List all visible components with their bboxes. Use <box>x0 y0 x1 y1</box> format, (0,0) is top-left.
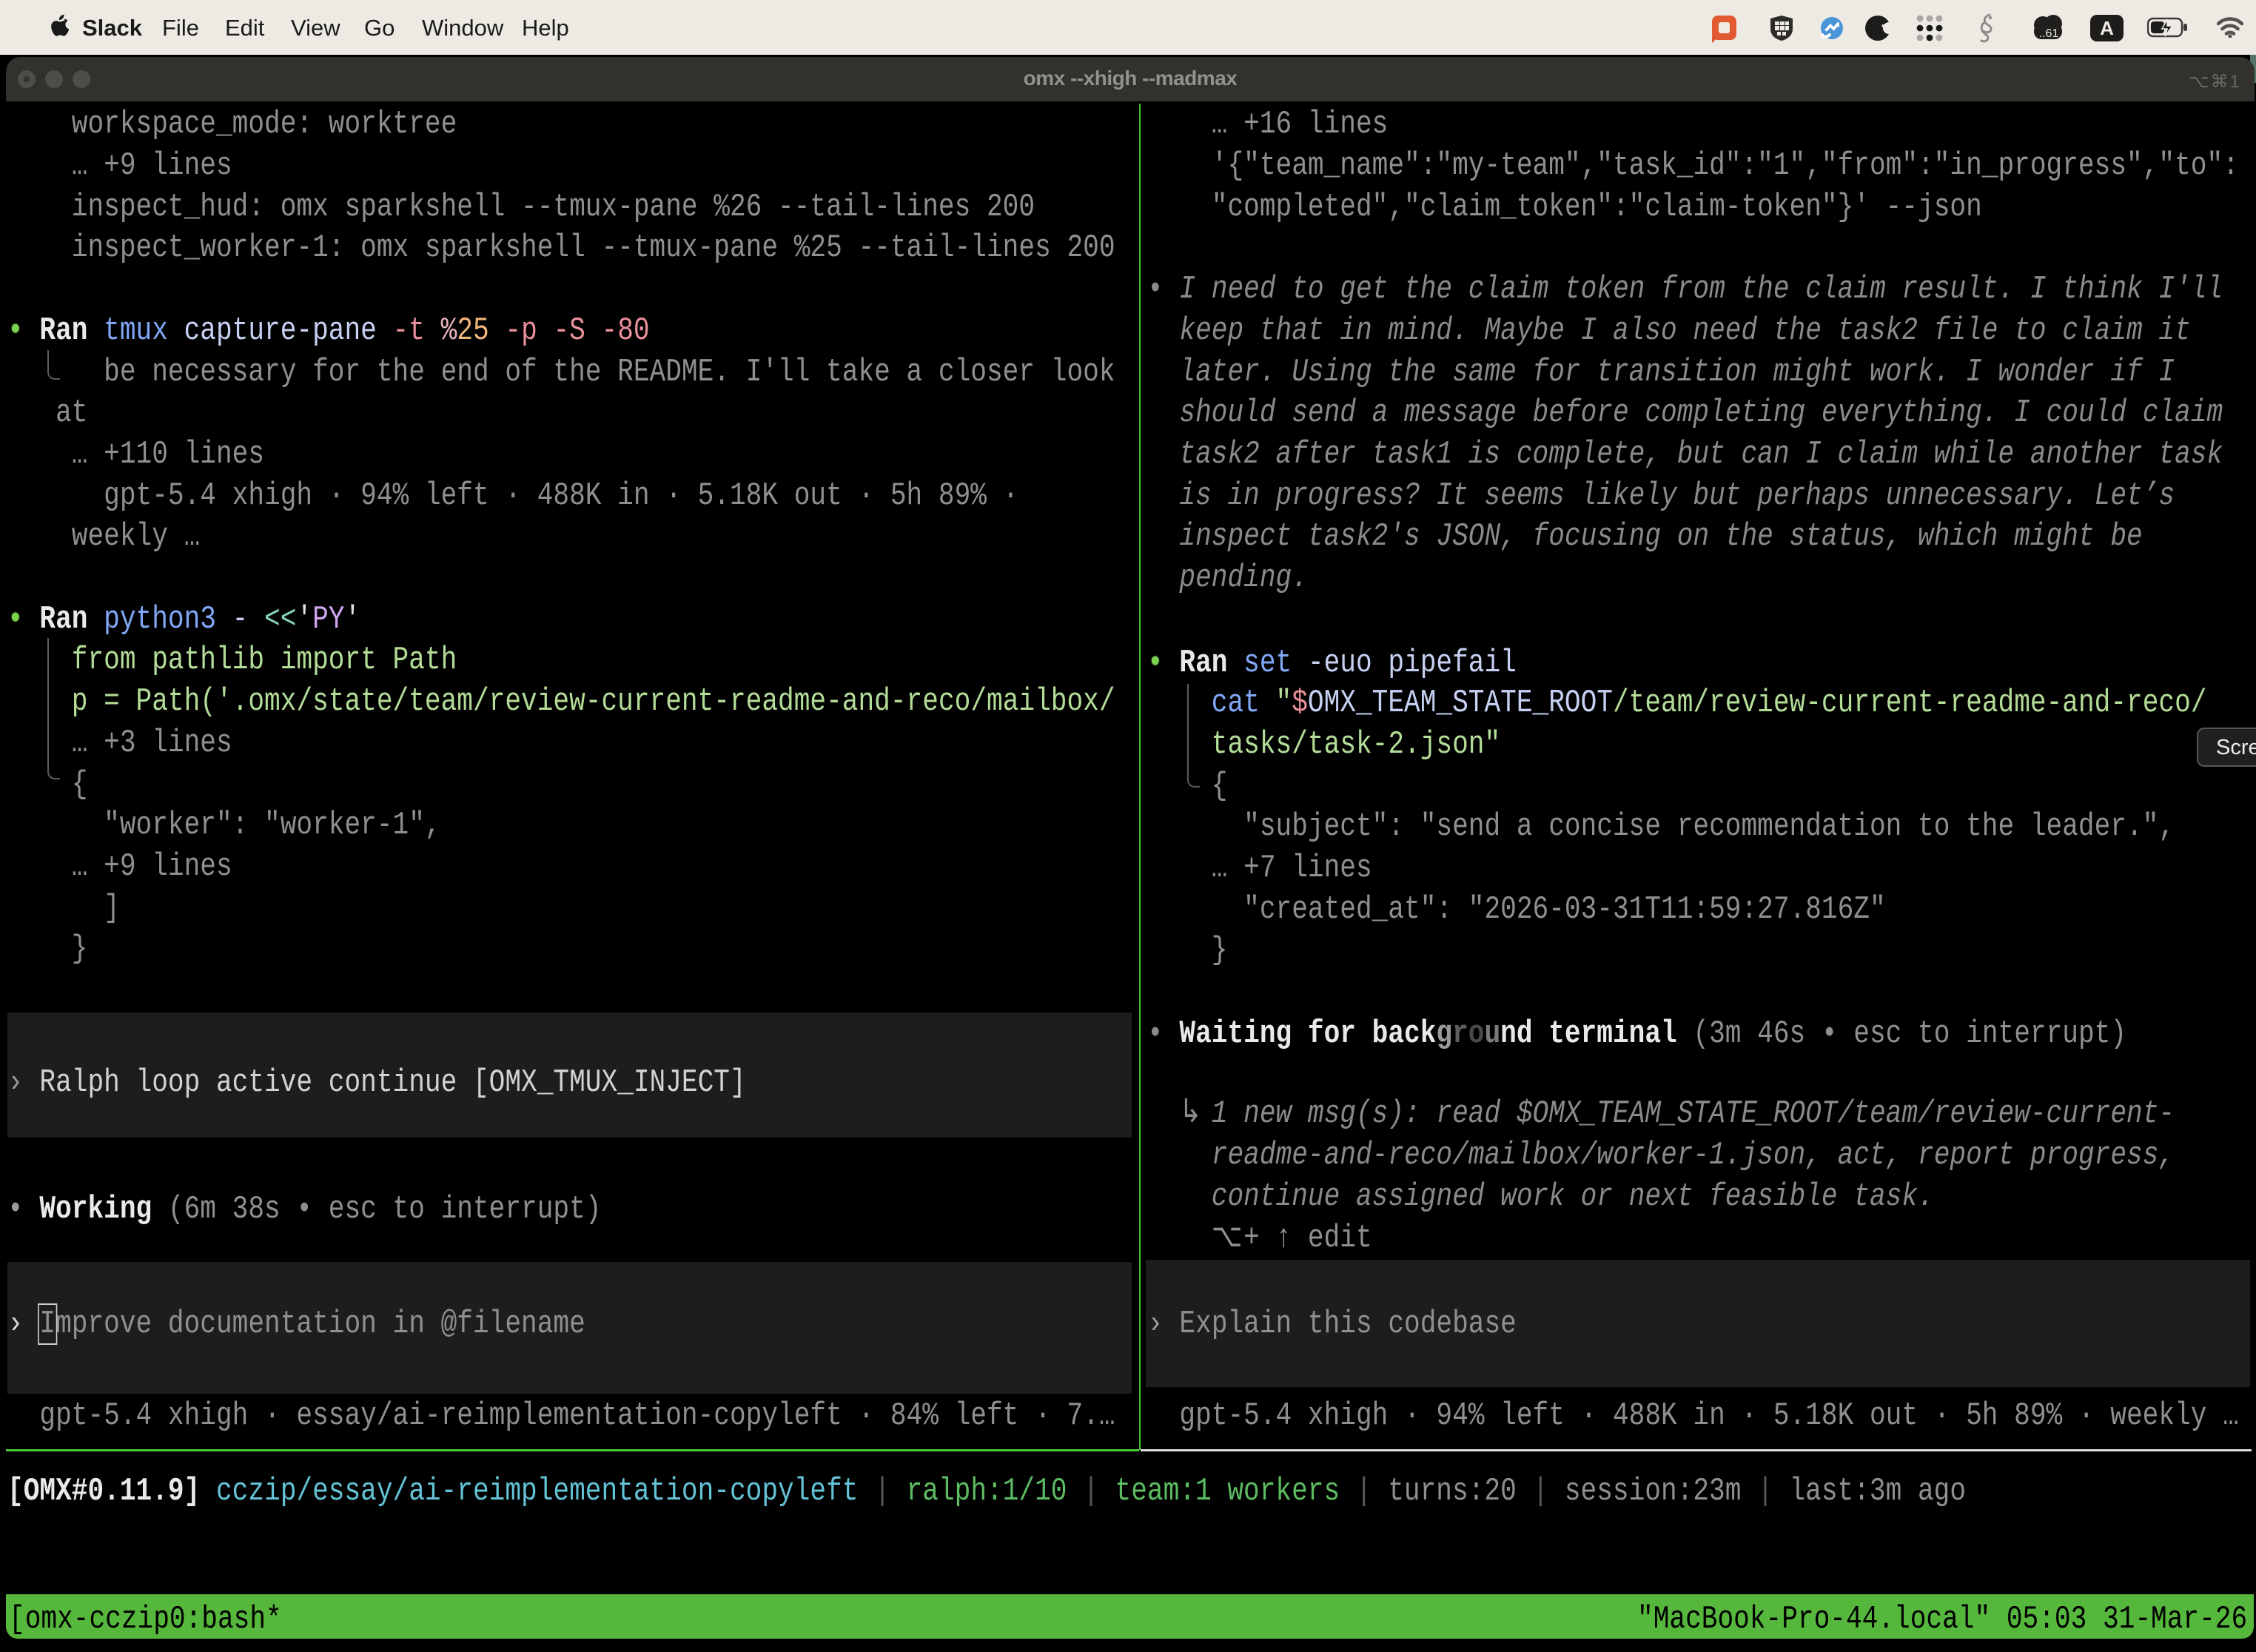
svg-text:..61: ..61 <box>2039 27 2059 40</box>
